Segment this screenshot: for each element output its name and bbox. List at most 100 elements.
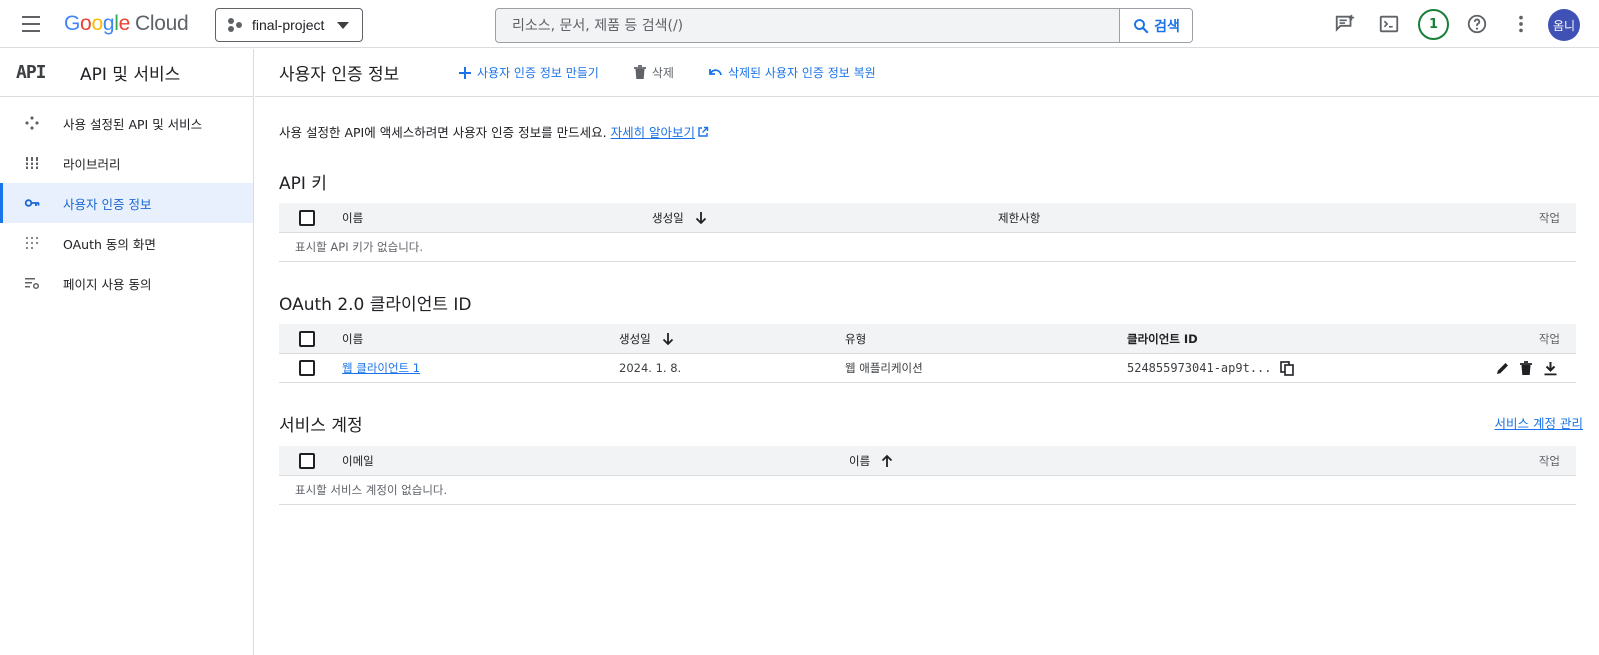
download-icon[interactable] (1543, 354, 1558, 382)
search-button[interactable]: 검색 (1119, 9, 1192, 42)
trash-icon[interactable] (1519, 354, 1533, 382)
row-select-cell (299, 354, 315, 382)
column-header-name[interactable]: 이름 (342, 324, 363, 353)
manage-service-accounts-link[interactable]: 서비스 계정 관리 (1495, 413, 1583, 432)
client-id: 524855973041-ap9t... (1127, 361, 1272, 375)
column-header-restrictions: 제한사항 (998, 210, 1041, 225)
select-all-cell (299, 446, 315, 475)
api-keys-title: API 키 (279, 174, 327, 194)
key-icon (24, 195, 40, 211)
search-icon (1134, 18, 1149, 33)
dots-grid-icon (24, 235, 40, 251)
sidebar: API API 및 서비스 사용 설정된 API 및 서비스 라이브러리 사용자… (0, 49, 254, 655)
main-content: 사용자 인증 정보 사용자 인증 정보 만들기 삭제 삭제된 사용자 인증 정보… (255, 49, 1599, 655)
column-header-label: 이름 (849, 453, 871, 468)
arrow-down-icon (661, 332, 675, 346)
oauth-clients-title: OAuth 2.0 클라이언트 ID (279, 295, 472, 315)
search-bar: 검색 (495, 8, 1193, 43)
project-icon (228, 17, 244, 33)
column-header-name[interactable]: 이름 (342, 203, 363, 232)
learn-more-link[interactable]: 자세히 알아보기 (611, 125, 709, 140)
column-header-actions: 작업 (1538, 331, 1560, 346)
client-name-cell: 웹 클라이언트 1 (342, 354, 420, 382)
column-header-type[interactable]: 유형 (845, 324, 866, 353)
create-credentials-label: 사용자 인증 정보 만들기 (477, 66, 599, 80)
trash-icon (633, 65, 646, 79)
library-icon (24, 155, 40, 171)
page-title: 사용자 인증 정보 (279, 65, 400, 85)
service-accounts-table: 이메일 이름 작업 표시할 서비스 계정이 없습니다. (279, 446, 1576, 505)
caret-down-icon (337, 22, 349, 29)
column-header-name[interactable]: 이름 (849, 446, 894, 475)
intro-text: 사용 설정한 API에 액세스하려면 사용자 인증 정보를 만드세요. 자세히 … (279, 122, 709, 141)
undo-icon (709, 68, 722, 75)
notes-icon[interactable] (1333, 12, 1357, 36)
hamburger-menu-icon[interactable] (20, 13, 44, 35)
select-all-checkbox[interactable] (299, 330, 315, 347)
delete-button[interactable]: 삭제 (633, 64, 674, 81)
sidebar-item-credentials[interactable]: 사용자 인증 정보 (0, 183, 253, 223)
list-settings-icon (24, 275, 40, 291)
top-bar: GoogleCloud final-project 검색 1 옴니 (0, 0, 1599, 48)
column-header-actions: 작업 (1538, 210, 1560, 225)
select-all-checkbox[interactable] (299, 452, 315, 469)
client-name-link[interactable]: 웹 클라이언트 1 (342, 360, 420, 376)
sidebar-header: API API 및 서비스 (0, 49, 253, 97)
sidebar-item-label: 사용자 인증 정보 (63, 196, 152, 212)
sidebar-nav: 사용 설정된 API 및 서비스 라이브러리 사용자 인증 정보 OAuth 동… (0, 97, 253, 303)
avatar[interactable]: 옴니 (1548, 9, 1580, 41)
arrow-up-icon (880, 454, 894, 468)
help-icon[interactable] (1465, 12, 1489, 36)
column-header-actions: 작업 (1538, 453, 1560, 468)
column-header-email[interactable]: 이메일 (342, 446, 374, 475)
google-cloud-logo[interactable]: Google Cloud (64, 12, 189, 36)
create-credentials-button[interactable]: 사용자 인증 정보 만들기 (458, 64, 599, 81)
sidebar-item-label: 라이브러리 (63, 156, 121, 172)
table-empty-row: 표시할 서비스 계정이 없습니다. (279, 476, 1576, 505)
action-bar: 사용자 인증 정보 사용자 인증 정보 만들기 삭제 삭제된 사용자 인증 정보… (255, 49, 1599, 97)
select-all-cell (299, 203, 315, 232)
client-id-cell: 524855973041-ap9t... (1127, 354, 1294, 382)
more-vert-icon[interactable] (1509, 12, 1533, 36)
terminal-icon[interactable] (1377, 12, 1401, 36)
row-checkbox[interactable] (299, 360, 315, 376)
empty-message: 표시할 API 키가 없습니다. (295, 240, 424, 254)
select-all-cell (299, 324, 315, 353)
empty-message: 표시할 서비스 계정이 없습니다. (295, 483, 448, 497)
hub-icon (24, 115, 40, 131)
edit-icon[interactable] (1495, 354, 1510, 382)
column-header-label: 생성일 (619, 331, 651, 346)
created-date: 2024. 1. 8. (619, 361, 682, 375)
sidebar-item-label: 사용 설정된 API 및 서비스 (63, 116, 203, 132)
external-link-icon (698, 126, 709, 137)
sidebar-item-page-consent[interactable]: 페이지 사용 동의 (0, 263, 253, 303)
sidebar-item-enabled-apis[interactable]: 사용 설정된 API 및 서비스 (0, 103, 253, 143)
column-header-label: 생성일 (652, 210, 684, 225)
sidebar-item-label: 페이지 사용 동의 (63, 276, 152, 292)
table-header: 이름 생성일 제한사항 작업 (279, 203, 1576, 233)
restore-credentials-button[interactable]: 삭제된 사용자 인증 정보 복원 (708, 64, 876, 81)
column-header-created[interactable]: 생성일 (619, 324, 675, 353)
notification-badge[interactable]: 1 (1418, 9, 1449, 40)
table-header: 이메일 이름 작업 (279, 446, 1576, 476)
restore-credentials-label: 삭제된 사용자 인증 정보 복원 (727, 66, 876, 80)
arrow-down-icon (694, 211, 708, 225)
intro-message: 사용 설정한 API에 액세스하려면 사용자 인증 정보를 만드세요. (279, 125, 607, 140)
copy-icon[interactable] (1279, 360, 1294, 376)
select-all-checkbox[interactable] (299, 209, 315, 226)
oauth-clients-table: 이름 생성일 유형 클라이언트 ID 작업 웹 클라이언트 1 2024. 1.… (279, 324, 1576, 383)
column-header-created[interactable]: 생성일 (652, 203, 708, 232)
search-input[interactable] (496, 9, 1122, 42)
api-logo: API (16, 62, 47, 83)
service-accounts-title: 서비스 계정 (279, 416, 363, 436)
sidebar-item-oauth-consent[interactable]: OAuth 동의 화면 (0, 223, 253, 263)
table-empty-row: 표시할 API 키가 없습니다. (279, 233, 1576, 262)
sidebar-title: API 및 서비스 (80, 65, 181, 85)
plus-icon (459, 66, 471, 79)
table-header: 이름 생성일 유형 클라이언트 ID 작업 (279, 324, 1576, 354)
project-picker[interactable]: final-project (215, 8, 363, 42)
sidebar-item-label: OAuth 동의 화면 (63, 236, 156, 252)
sidebar-item-library[interactable]: 라이브러리 (0, 143, 253, 183)
client-type: 웹 애플리케이션 (845, 361, 923, 375)
project-name: final-project (252, 17, 325, 33)
